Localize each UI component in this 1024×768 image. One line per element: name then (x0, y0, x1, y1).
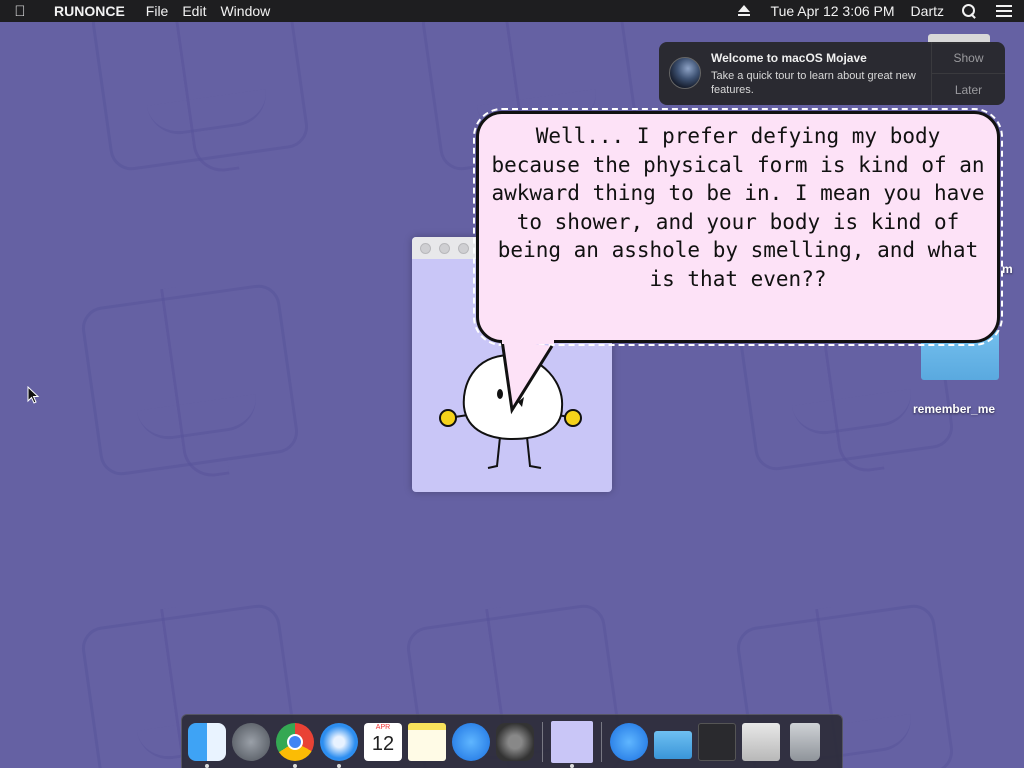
calendar-day: 12 (371, 732, 395, 755)
left-hand (439, 409, 457, 427)
speech-bubble-tail (500, 338, 554, 415)
safari-icon[interactable] (320, 722, 358, 768)
speech-bubble-text: Well... I prefer defying my body because… (491, 124, 985, 291)
menu-window[interactable]: Window (213, 0, 277, 22)
menubar-user[interactable]: Dartz (903, 0, 952, 22)
desktop-icon-label-remember-me[interactable]: remember_me (913, 402, 995, 416)
notification-body: Take a quick tour to learn about great n… (711, 70, 916, 96)
wallpaper-finder-face (89, 0, 311, 174)
system-preferences-icon[interactable] (496, 722, 534, 761)
wallpaper-finder-face (79, 281, 301, 479)
menu-edit[interactable]: Edit (175, 0, 213, 22)
documents-folder-icon[interactable] (654, 730, 692, 759)
mouse-cursor (27, 386, 40, 404)
speech-bubble: Well... I prefer defying my body because… (473, 108, 1003, 346)
dock: APR 12 (181, 714, 843, 768)
menu-bar:  RUNONCE File Edit Window Tue Apr 12 3:… (0, 0, 1024, 22)
menu-file[interactable]: File (139, 0, 176, 22)
desktop-icon-label-partial[interactable]: m (1002, 262, 1013, 276)
notification-later-button[interactable]: Later (932, 74, 1005, 105)
spotlight-search-icon[interactable] (962, 4, 978, 18)
chrome-icon[interactable] (276, 722, 314, 768)
applications-folder-icon[interactable] (610, 722, 648, 761)
calendar-month: APR (375, 723, 391, 731)
menubar-clock[interactable]: Tue Apr 12 3:06 PM (763, 0, 903, 22)
dock-separator (542, 721, 543, 762)
macos-mojave-icon (669, 57, 701, 89)
eject-icon[interactable] (737, 5, 753, 17)
launchpad-icon[interactable] (232, 722, 270, 761)
notification-center-icon[interactable] (996, 5, 1012, 17)
calendar-icon[interactable]: APR 12 (364, 722, 402, 761)
screen-recording-icon[interactable] (698, 722, 736, 761)
notes-icon[interactable] (408, 722, 446, 761)
finder-icon[interactable] (188, 722, 226, 768)
menu-app-name[interactable]: RUNONCE (40, 0, 139, 22)
dock-separator (601, 721, 602, 762)
downloads-stack-icon[interactable] (742, 722, 780, 761)
notification-show-button[interactable]: Show (932, 42, 1005, 74)
notification-banner[interactable]: Welcome to macOS Mojave Take a quick tou… (659, 42, 1005, 105)
apple-icon[interactable]:  (0, 3, 40, 20)
notification-title: Welcome to macOS Mojave (711, 51, 867, 65)
trash-icon[interactable] (790, 722, 820, 761)
runonce-app-icon[interactable] (551, 720, 593, 768)
app-store-icon[interactable] (452, 722, 490, 761)
